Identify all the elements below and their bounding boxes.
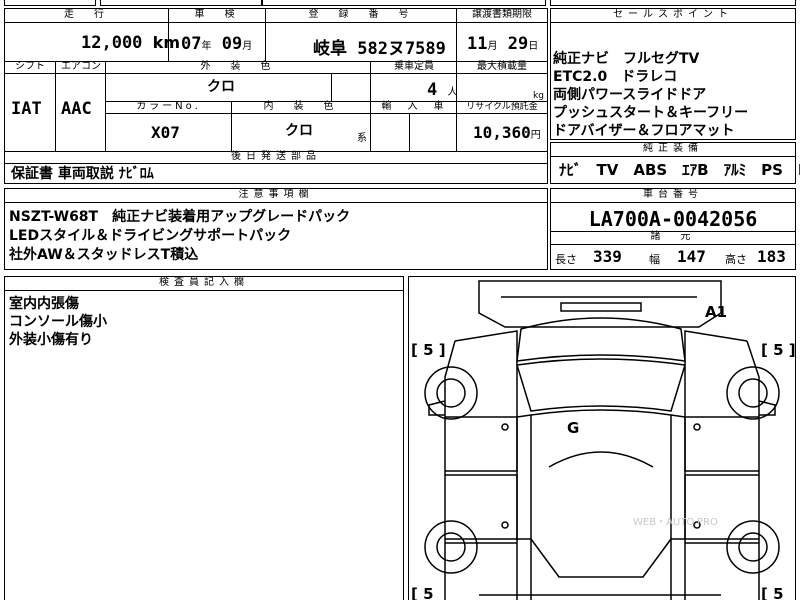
specs-header: 諸 元 — [551, 231, 795, 245]
aircon-value: AAC — [61, 99, 92, 119]
later-parts-value: 保証書 車両取説 ﾅﾋﾞﾛﾑ — [11, 166, 154, 182]
front-bumper — [478, 280, 722, 328]
interior-color-header: 内 装 色 — [232, 101, 370, 114]
chassis-number: LA700A-0042056 — [588, 207, 758, 231]
roof — [530, 409, 672, 600]
color-no-value: X07 — [151, 123, 180, 142]
sales-point-1: 純正ナビ フルセグTV — [553, 51, 700, 67]
body-outline — [454, 330, 748, 600]
top-fragment — [262, 0, 546, 6]
tire-depth-fl: [ 5 ] — [411, 341, 446, 359]
spec-width-value: 147 — [677, 247, 706, 266]
mileage-header: 走 行 — [5, 9, 168, 23]
tire-depth-rl: [ 5 — [411, 585, 434, 600]
vehicle-info-grid: 走 行 車 検 登 録 番 号 譲渡書類期限 12,000 km 07年 09月… — [4, 8, 548, 184]
inspector-line-3: 外装小傷有り — [9, 332, 93, 348]
notes-line-1: NSZT-W68T 純正ナビ装着用アップグレードパック — [9, 209, 351, 225]
sales-point-4: プッシュスタート＆キーフリー — [553, 105, 749, 121]
aircon-header: エアコン — [56, 61, 106, 74]
spec-length-label: 長さ — [555, 253, 577, 266]
sales-point-2: ETC2.0 ドラレコ — [553, 69, 678, 85]
color-no-header: カラーNo. — [106, 101, 231, 114]
bumper-grille — [560, 302, 642, 312]
damage-mark-a1: A1 — [705, 303, 727, 321]
exterior-color-value: クロ — [207, 79, 235, 95]
hood — [516, 317, 686, 362]
chassis-box: 車台番号 LA700A-0042056 諸 元 長さ 339 幅 147 高さ … — [550, 188, 796, 270]
car-diagram: A1 G [ 5 ] [ 5 ] [ 5 [ 5 WEB・AUTO.PRO — [411, 280, 795, 600]
interior-color-suffix: 系 — [357, 133, 367, 144]
wheel-fr — [726, 366, 780, 420]
deadline-value: 11月 29日 — [467, 34, 539, 54]
inspection-value: 07年 09月 — [181, 34, 253, 54]
inspector-line-1: 室内内張傷 — [9, 296, 79, 312]
exterior-color-header: 外 装 色 — [106, 61, 370, 74]
registration-header: 登 録 番 号 — [266, 9, 456, 23]
door-fr — [684, 416, 759, 472]
tire-depth-fr: [ 5 ] — [761, 341, 795, 359]
interior-color-value: クロ — [285, 123, 313, 139]
sales-points-header: セールスポイント — [551, 9, 795, 23]
import-header: 輸 入 車 — [371, 101, 457, 114]
deadline-header: 譲渡書類期限 — [457, 9, 547, 23]
spec-height-label: 高さ — [725, 253, 747, 266]
spec-width-label: 幅 — [649, 253, 660, 266]
notes-line-2: LEDスタイル＆ドライビングサポートパック — [9, 228, 292, 244]
wheel-rr — [726, 520, 780, 574]
chassis-header: 車台番号 — [551, 189, 795, 203]
later-parts-header: 後日発送部品 — [5, 151, 547, 164]
shift-header: シフト — [5, 61, 55, 74]
mirror-left — [428, 400, 446, 416]
max-load-unit: kg — [533, 91, 544, 101]
damage-mark-g: G — [567, 419, 579, 437]
watermark: WEB・AUTO.PRO — [633, 517, 718, 528]
notes-box: 注意事項欄 NSZT-W68T 純正ナビ装着用アップグレードパック LEDスタイ… — [4, 188, 548, 270]
door-fl — [445, 416, 518, 472]
tire-depth-rr: [ 5 — [761, 585, 784, 600]
wheel-fl — [424, 366, 478, 420]
sales-points-box: セールスポイント 純正ナビ フルセグTV ETC2.0 ドラレコ 両側パワースラ… — [550, 8, 796, 140]
sales-point-5: ドアバイザー＆フロアマット — [553, 123, 735, 139]
sales-point-3: 両側パワースライドドア — [553, 87, 707, 103]
car-diagram-box: A1 G [ 5 ] [ 5 ] [ 5 [ 5 WEB・AUTO.PRO — [408, 276, 796, 600]
door-rr — [684, 474, 759, 540]
mirror-right — [758, 400, 776, 416]
spec-height-value: 183 — [757, 247, 786, 266]
equipment-header: 純正装備 — [551, 143, 795, 157]
top-fragment — [100, 0, 262, 6]
inspector-box: 検査員記入欄 室内内張傷 コンソール傷小 外装小傷有り — [4, 276, 404, 600]
recycle-value: 10,360円 — [473, 123, 541, 142]
inspector-line-2: コンソール傷小 — [9, 314, 107, 330]
top-fragment — [550, 0, 796, 6]
recycle-header: リサイクル預託金 — [457, 101, 547, 114]
max-load-header: 最大積載量 — [457, 61, 547, 74]
inspection-header: 車 検 — [169, 9, 265, 23]
capacity-header: 乗車定員 — [371, 61, 457, 74]
capacity-value: 4 人 — [427, 80, 458, 100]
door-rl — [445, 474, 518, 540]
registration-number: 岐阜 582ヌ7589 — [313, 39, 446, 59]
wheel-rl — [424, 520, 478, 574]
mileage-value: 12,000 km — [81, 33, 180, 53]
top-fragment — [4, 0, 96, 6]
equipment-box: 純正装備 ﾅﾋﾞ TV ABS ｴｱB ｱﾙﾐ PS PW — [550, 142, 800, 184]
notes-header: 注意事項欄 — [5, 189, 547, 203]
spec-length-value: 339 — [593, 247, 622, 266]
inspector-header: 検査員記入欄 — [5, 277, 403, 291]
roof-front — [548, 451, 654, 468]
notes-line-3: 社外AW＆スタッドレスT積込 — [9, 247, 199, 263]
shift-value: IAT — [11, 99, 42, 119]
windshield — [516, 358, 686, 412]
equipment-value: ﾅﾋﾞ TV ABS ｴｱB ｱﾙﾐ PS PW — [559, 161, 800, 179]
